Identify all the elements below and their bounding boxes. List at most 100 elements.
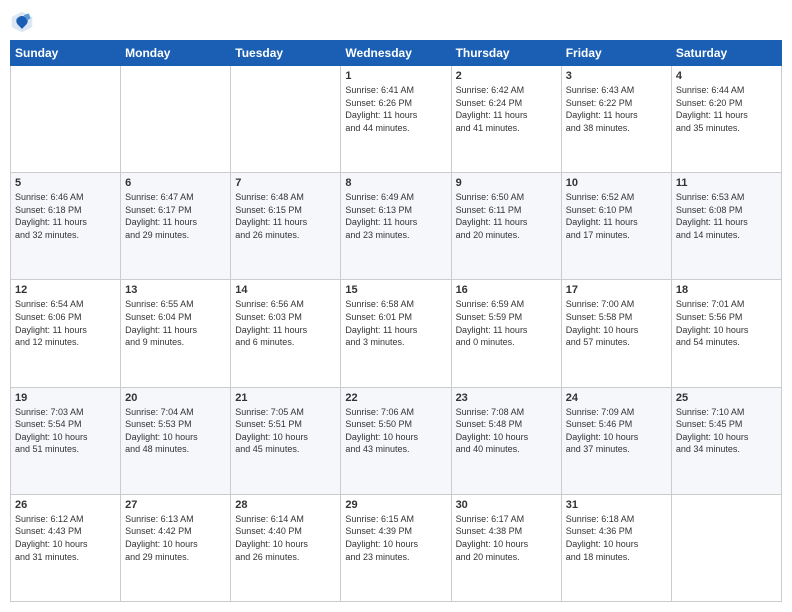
week-row-2: 12 Sunrise: 6:54 AM Sunset: 6:06 PM Dayli… <box>11 280 782 387</box>
day-number: 18 <box>676 284 777 296</box>
day-info: Sunrise: 7:03 AM Sunset: 5:54 PM Dayligh… <box>15 406 116 456</box>
day-number: 6 <box>125 177 226 189</box>
day-info: Sunrise: 6:53 AM Sunset: 6:08 PM Dayligh… <box>676 191 777 241</box>
day-info: Sunrise: 7:09 AM Sunset: 5:46 PM Dayligh… <box>566 406 667 456</box>
day-cell: 22Sunrise: 7:06 AM Sunset: 5:50 PM Dayli… <box>341 387 451 494</box>
day-number: 8 <box>345 177 446 189</box>
day-cell: 24 Sunrise: 7:09 AM Sunset: 5:46 PM Dayli… <box>561 387 671 494</box>
day-info: Sunrise: 7:00 AM Sunset: 5:58 PM Dayligh… <box>566 298 667 348</box>
day-info: Sunrise: 6:43 AM Sunset: 6:22 PM Dayligh… <box>566 84 667 134</box>
day-cell: 26 Sunrise: 6:12 AM Sunset: 4:43 PM Dayli… <box>11 494 121 601</box>
day-number: 20 <box>125 392 226 404</box>
day-number: 29 <box>345 499 446 511</box>
day-number: 24 <box>566 392 667 404</box>
logo-icon <box>10 10 34 34</box>
day-number: 2 <box>456 70 557 82</box>
day-cell: 20 Sunrise: 7:04 AM Sunset: 5:53 PM Dayli… <box>121 387 231 494</box>
week-row-3: 19Sunrise: 7:03 AM Sunset: 5:54 PM Dayli… <box>11 387 782 494</box>
day-cell: 5Sunrise: 6:46 AM Sunset: 6:18 PM Daylig… <box>11 173 121 280</box>
day-cell: 18 Sunrise: 7:01 AM Sunset: 5:56 PM Dayli… <box>671 280 781 387</box>
weekday-sunday: Sunday <box>11 41 121 66</box>
day-info: Sunrise: 6:18 AM Sunset: 4:36 PM Dayligh… <box>566 513 667 563</box>
day-number: 25 <box>676 392 777 404</box>
day-cell: 25 Sunrise: 7:10 AM Sunset: 5:45 PM Dayli… <box>671 387 781 494</box>
day-cell: 6 Sunrise: 6:47 AM Sunset: 6:17 PM Daylig… <box>121 173 231 280</box>
day-info: Sunrise: 6:49 AM Sunset: 6:13 PM Dayligh… <box>345 191 446 241</box>
day-info: Sunrise: 6:44 AM Sunset: 6:20 PM Dayligh… <box>676 84 777 134</box>
day-number: 27 <box>125 499 226 511</box>
day-cell: 17 Sunrise: 7:00 AM Sunset: 5:58 PM Dayli… <box>561 280 671 387</box>
weekday-thursday: Thursday <box>451 41 561 66</box>
day-number: 30 <box>456 499 557 511</box>
day-info: Sunrise: 6:14 AM Sunset: 4:40 PM Dayligh… <box>235 513 336 563</box>
day-cell: 1 Sunrise: 6:41 AM Sunset: 6:26 PM Daylig… <box>341 66 451 173</box>
day-info: Sunrise: 6:58 AM Sunset: 6:01 PM Dayligh… <box>345 298 446 348</box>
week-row-1: 5Sunrise: 6:46 AM Sunset: 6:18 PM Daylig… <box>11 173 782 280</box>
day-cell: 13Sunrise: 6:55 AM Sunset: 6:04 PM Dayli… <box>121 280 231 387</box>
logo <box>10 10 36 34</box>
page: SundayMondayTuesdayWednesdayThursdayFrid… <box>0 0 792 612</box>
day-info: Sunrise: 7:05 AM Sunset: 5:51 PM Dayligh… <box>235 406 336 456</box>
day-info: Sunrise: 7:10 AM Sunset: 5:45 PM Dayligh… <box>676 406 777 456</box>
weekday-tuesday: Tuesday <box>231 41 341 66</box>
day-number: 28 <box>235 499 336 511</box>
day-cell: 8 Sunrise: 6:49 AM Sunset: 6:13 PM Daylig… <box>341 173 451 280</box>
day-cell: 7Sunrise: 6:48 AM Sunset: 6:15 PM Daylig… <box>231 173 341 280</box>
day-number: 26 <box>15 499 116 511</box>
day-info: Sunrise: 6:50 AM Sunset: 6:11 PM Dayligh… <box>456 191 557 241</box>
day-info: Sunrise: 6:46 AM Sunset: 6:18 PM Dayligh… <box>15 191 116 241</box>
day-number: 17 <box>566 284 667 296</box>
day-number: 12 <box>15 284 116 296</box>
day-info: Sunrise: 6:52 AM Sunset: 6:10 PM Dayligh… <box>566 191 667 241</box>
day-cell: 11 Sunrise: 6:53 AM Sunset: 6:08 PM Dayli… <box>671 173 781 280</box>
weekday-wednesday: Wednesday <box>341 41 451 66</box>
day-info: Sunrise: 6:17 AM Sunset: 4:38 PM Dayligh… <box>456 513 557 563</box>
day-info: Sunrise: 6:12 AM Sunset: 4:43 PM Dayligh… <box>15 513 116 563</box>
day-number: 9 <box>456 177 557 189</box>
day-info: Sunrise: 6:56 AM Sunset: 6:03 PM Dayligh… <box>235 298 336 348</box>
day-cell: 21Sunrise: 7:05 AM Sunset: 5:51 PM Dayli… <box>231 387 341 494</box>
week-row-0: 1 Sunrise: 6:41 AM Sunset: 6:26 PM Daylig… <box>11 66 782 173</box>
day-cell: 16 Sunrise: 6:59 AM Sunset: 5:59 PM Dayli… <box>451 280 561 387</box>
day-info: Sunrise: 6:48 AM Sunset: 6:15 PM Dayligh… <box>235 191 336 241</box>
day-info: Sunrise: 7:06 AM Sunset: 5:50 PM Dayligh… <box>345 406 446 456</box>
day-cell: 19Sunrise: 7:03 AM Sunset: 5:54 PM Dayli… <box>11 387 121 494</box>
day-info: Sunrise: 6:59 AM Sunset: 5:59 PM Dayligh… <box>456 298 557 348</box>
day-info: Sunrise: 7:01 AM Sunset: 5:56 PM Dayligh… <box>676 298 777 348</box>
day-cell: 3Sunrise: 6:43 AM Sunset: 6:22 PM Daylig… <box>561 66 671 173</box>
day-cell: 27 Sunrise: 6:13 AM Sunset: 4:42 PM Dayli… <box>121 494 231 601</box>
day-cell: 29 Sunrise: 6:15 AM Sunset: 4:39 PM Dayli… <box>341 494 451 601</box>
weekday-monday: Monday <box>121 41 231 66</box>
weekday-friday: Friday <box>561 41 671 66</box>
day-info: Sunrise: 7:08 AM Sunset: 5:48 PM Dayligh… <box>456 406 557 456</box>
day-number: 15 <box>345 284 446 296</box>
day-cell <box>11 66 121 173</box>
header <box>10 10 782 34</box>
day-cell: 4Sunrise: 6:44 AM Sunset: 6:20 PM Daylig… <box>671 66 781 173</box>
day-info: Sunrise: 6:41 AM Sunset: 6:26 PM Dayligh… <box>345 84 446 134</box>
day-number: 14 <box>235 284 336 296</box>
day-cell <box>231 66 341 173</box>
calendar-table: SundayMondayTuesdayWednesdayThursdayFrid… <box>10 40 782 602</box>
day-number: 11 <box>676 177 777 189</box>
day-number: 1 <box>345 70 446 82</box>
day-info: Sunrise: 6:54 AM Sunset: 6:06 PM Dayligh… <box>15 298 116 348</box>
day-cell <box>121 66 231 173</box>
day-info: Sunrise: 7:04 AM Sunset: 5:53 PM Dayligh… <box>125 406 226 456</box>
day-cell: 23Sunrise: 7:08 AM Sunset: 5:48 PM Dayli… <box>451 387 561 494</box>
day-cell: 10 Sunrise: 6:52 AM Sunset: 6:10 PM Dayli… <box>561 173 671 280</box>
weekday-header-row: SundayMondayTuesdayWednesdayThursdayFrid… <box>11 41 782 66</box>
day-number: 16 <box>456 284 557 296</box>
week-row-4: 26 Sunrise: 6:12 AM Sunset: 4:43 PM Dayli… <box>11 494 782 601</box>
day-info: Sunrise: 6:13 AM Sunset: 4:42 PM Dayligh… <box>125 513 226 563</box>
day-number: 10 <box>566 177 667 189</box>
day-info: Sunrise: 6:15 AM Sunset: 4:39 PM Dayligh… <box>345 513 446 563</box>
day-cell: 15 Sunrise: 6:58 AM Sunset: 6:01 PM Dayli… <box>341 280 451 387</box>
day-cell: 31Sunrise: 6:18 AM Sunset: 4:36 PM Dayli… <box>561 494 671 601</box>
day-info: Sunrise: 6:47 AM Sunset: 6:17 PM Dayligh… <box>125 191 226 241</box>
day-cell: 14 Sunrise: 6:56 AM Sunset: 6:03 PM Dayli… <box>231 280 341 387</box>
day-cell: 2Sunrise: 6:42 AM Sunset: 6:24 PM Daylig… <box>451 66 561 173</box>
day-cell: 30 Sunrise: 6:17 AM Sunset: 4:38 PM Dayli… <box>451 494 561 601</box>
day-number: 13 <box>125 284 226 296</box>
day-cell: 12 Sunrise: 6:54 AM Sunset: 6:06 PM Dayli… <box>11 280 121 387</box>
